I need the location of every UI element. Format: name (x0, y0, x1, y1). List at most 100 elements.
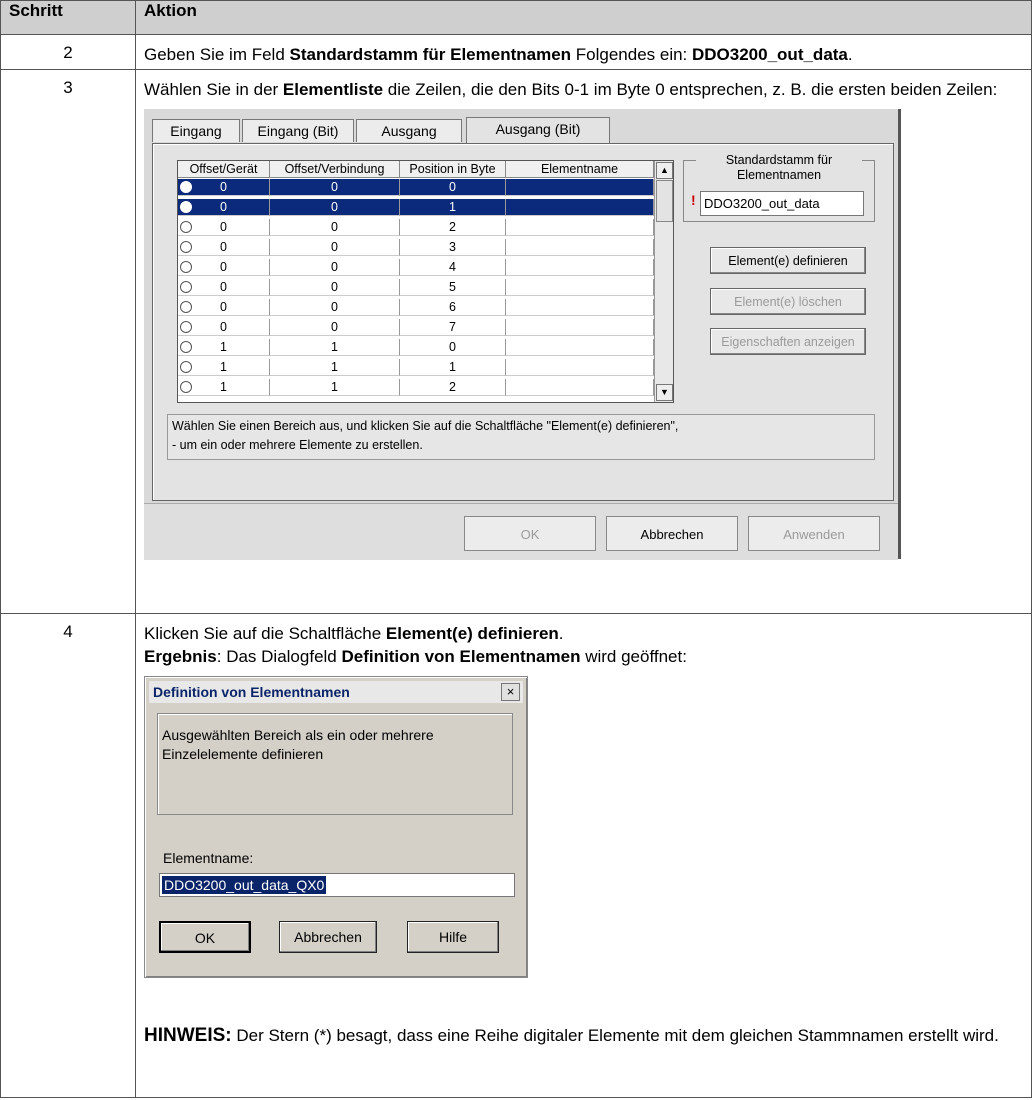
column-header[interactable]: Offset/Verbindung (270, 161, 400, 178)
grid-cell (506, 359, 654, 376)
cancel-button[interactable]: Abbrechen (606, 516, 738, 551)
table-row[interactable]: 112 (178, 379, 654, 396)
row-selector-icon[interactable] (180, 261, 192, 273)
bold-text: DDO3200_out_data (692, 45, 848, 64)
table-row[interactable]: 002 (178, 219, 654, 236)
cell-text: 0 (220, 240, 227, 254)
grid-cell: 1 (400, 359, 506, 376)
step-number: 3 (0, 69, 136, 614)
grid-cell: 1 (400, 199, 506, 216)
text: Wählen Sie in der (144, 80, 283, 99)
table-row[interactable]: 111 (178, 359, 654, 376)
grid-cell: 0 (270, 219, 400, 236)
cell-text: 0 (220, 180, 227, 194)
row-selector-icon[interactable] (180, 381, 192, 393)
result-text: Ergebnis: Das Dialogfeld Definition von … (144, 645, 1023, 668)
show-properties-button[interactable]: Eigenschaften anzeigen (710, 328, 866, 355)
table-row[interactable]: 007 (178, 319, 654, 336)
text: . (847, 45, 853, 64)
row-selector-icon[interactable] (180, 361, 192, 373)
description-line: Ausgewählten Bereich als ein oder mehrer… (162, 727, 434, 743)
grid-cell: 0 (178, 259, 270, 276)
grid-cell (506, 239, 654, 256)
tab-eingang-bit[interactable]: Eingang (Bit) (242, 119, 354, 142)
description-box: Ausgewählten Bereich als ein oder mehrer… (157, 713, 513, 815)
grid-cell: 0 (270, 299, 400, 316)
row-selector-icon[interactable] (180, 341, 192, 353)
grid-cell (506, 179, 654, 196)
tab-eingang[interactable]: Eingang (152, 119, 240, 142)
row-selector-icon[interactable] (180, 241, 192, 253)
scroll-thumb[interactable] (656, 180, 673, 222)
table-row[interactable]: 003 (178, 239, 654, 256)
ok-button[interactable]: OK (464, 516, 596, 551)
table-row[interactable]: 006 (178, 299, 654, 316)
scroll-up-arrow-icon[interactable]: ▲ (656, 162, 673, 179)
step-content: Wählen Sie in der Elementliste die Zeile… (135, 69, 1032, 614)
tab-ausgang-bit[interactable]: Ausgang (Bit) (466, 117, 610, 144)
grid-cell: 0 (178, 299, 270, 316)
note-label: HINWEIS: (144, 1025, 232, 1046)
stem-name-input[interactable]: DDO3200_out_data (700, 191, 864, 216)
table-row[interactable]: 110 (178, 339, 654, 356)
cell-text: 0 (220, 200, 227, 214)
warning-icon: ! (691, 192, 696, 208)
tab-ausgang[interactable]: Ausgang (356, 119, 462, 142)
grid-cell: 7 (400, 319, 506, 336)
stem-label: Standardstamm für Elementnamen (696, 153, 862, 183)
grid-cell (506, 199, 654, 216)
grid-cell: 1 (270, 339, 400, 356)
row-selector-icon[interactable] (180, 221, 192, 233)
row-selector-icon[interactable] (180, 321, 192, 333)
row-selector-icon[interactable] (180, 301, 192, 313)
grid-cell: 1 (178, 379, 270, 396)
grid-cell: 0 (178, 199, 270, 216)
grid-cell: 0 (270, 319, 400, 336)
column-header[interactable]: Elementname (506, 161, 654, 178)
text: wird geöffnet: (580, 647, 687, 666)
table-row[interactable]: 001 (178, 199, 654, 216)
hint-box: Wählen Sie einen Bereich aus, und klicke… (167, 414, 875, 460)
grid-cell: 0 (270, 239, 400, 256)
scroll-down-arrow-icon[interactable]: ▼ (656, 384, 673, 401)
cell-text: 0 (220, 320, 227, 334)
grid-scrollbar[interactable]: ▲ ▼ (654, 161, 673, 402)
delete-elements-button[interactable]: Element(e) löschen (710, 288, 866, 315)
cell-text: 0 (220, 220, 227, 234)
table-row[interactable]: 005 (178, 279, 654, 296)
bold-text: Element(e) definieren (385, 624, 559, 643)
table-row: 2 Geben Sie im Feld Standardstamm für El… (0, 34, 1032, 70)
bold-text: Ergebnis (144, 647, 217, 666)
close-icon[interactable]: × (501, 683, 520, 701)
row-selector-icon[interactable] (180, 281, 192, 293)
row-selector-icon[interactable] (180, 181, 192, 193)
grid-cell: 2 (400, 379, 506, 396)
step-content: Klicken Sie auf die Schaltfläche Element… (135, 613, 1032, 1098)
properties-dialog-screenshot: Eingang Eingang (Bit) Ausgang Ausgang (B… (144, 109, 901, 560)
tab-panel: Offset/Gerät Offset/Verbindung Position … (152, 143, 894, 501)
apply-button[interactable]: Anwenden (748, 516, 880, 551)
grid-cell: 1 (270, 379, 400, 396)
table-header-row: Schritt Aktion (0, 0, 1032, 35)
step-text: Wählen Sie in der Elementliste die Zeile… (144, 78, 1023, 101)
help-button[interactable]: Hilfe (407, 921, 499, 953)
grid-cell: 6 (400, 299, 506, 316)
ok-button[interactable]: OK (159, 921, 251, 953)
column-header[interactable]: Offset/Gerät (178, 161, 270, 178)
define-elements-button[interactable]: Element(e) definieren (710, 247, 866, 274)
description-line: Einzelelemente definieren (162, 746, 324, 762)
row-selector-icon[interactable] (180, 201, 192, 213)
grid-cell: 0 (178, 179, 270, 196)
bold-text: Definition von Elementnamen (341, 647, 581, 666)
header-schritt: Schritt (0, 0, 136, 35)
table-row[interactable]: 004 (178, 259, 654, 276)
text: die Zeilen, die den Bits 0-1 im Byte 0 e… (383, 80, 998, 99)
table-row[interactable]: 000 (178, 179, 654, 196)
element-name-input[interactable]: DDO3200_out_data_QX0 (159, 873, 515, 897)
column-header[interactable]: Position in Byte (400, 161, 506, 178)
header-aktion: Aktion (135, 0, 1032, 35)
text: Geben Sie im Feld (144, 45, 290, 64)
grid-cell (506, 379, 654, 396)
grid-cell: 0 (400, 339, 506, 356)
cancel-button[interactable]: Abbrechen (279, 921, 377, 953)
